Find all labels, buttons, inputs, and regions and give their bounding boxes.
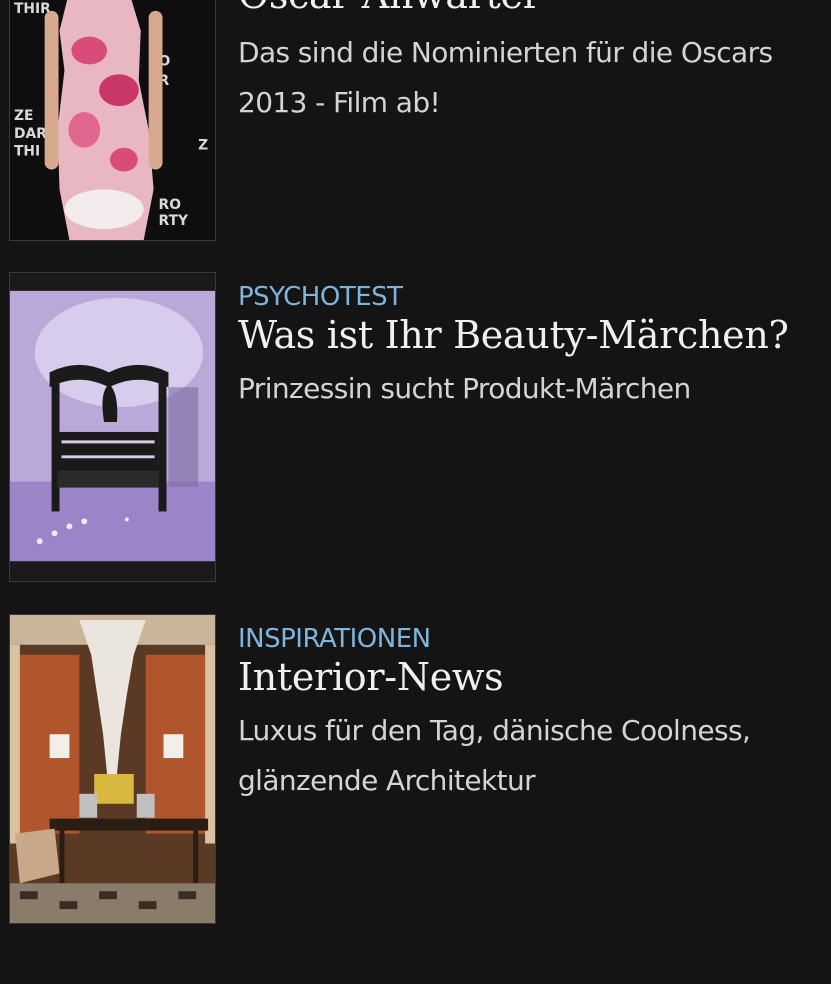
svg-text:DAR: DAR [14, 126, 47, 142]
svg-text:RO: RO [159, 197, 182, 213]
article-teaser: Prinzessin sucht Produkt-Märchen [238, 364, 831, 414]
article-item-oscar[interactable]: THIR O R ZE DAR THI Z RO RTY Oscar-Anwär… [0, 0, 831, 245]
article-kicker[interactable]: INSPIRATIONEN [238, 624, 831, 654]
article-thumbnail-psychotest[interactable] [9, 272, 216, 582]
article-kicker[interactable]: PSYCHOTEST [238, 282, 831, 312]
article-thumbnail-oscar[interactable]: THIR O R ZE DAR THI Z RO RTY [9, 0, 216, 241]
article-item-psychotest[interactable]: PSYCHOTEST Was ist Ihr Beauty-Märchen? P… [0, 272, 831, 584]
teaser-line: 2013 - Film ab! [238, 86, 441, 119]
svg-text:Z: Z [198, 138, 208, 154]
red-carpet-photo-icon: THIR O R ZE DAR THI Z RO RTY [10, 0, 215, 240]
article-headline[interactable]: Interior-News [238, 654, 831, 700]
article-teaser: Luxus für den Tag, dänische Coolness, gl… [238, 706, 831, 806]
teaser-line: Das sind die Nominierten für die Oscars [238, 36, 773, 69]
teaser-line: Luxus für den Tag, dänische Coolness, [238, 714, 751, 747]
article-teaser: Das sind die Nominierten für die Oscars … [238, 28, 773, 128]
interior-chandelier-photo-icon [10, 615, 215, 923]
article-headline[interactable]: Oscar-Anwärter [238, 0, 541, 18]
article-thumbnail-interior[interactable] [9, 614, 216, 924]
svg-text:THI: THI [14, 144, 40, 160]
svg-text:RTY: RTY [159, 213, 189, 229]
teaser-line: glänzende Architektur [238, 764, 536, 797]
article-headline[interactable]: Was ist Ihr Beauty-Märchen? [238, 312, 831, 358]
svg-text:ZE: ZE [14, 108, 34, 124]
teaser-line: Prinzessin sucht Produkt-Märchen [238, 372, 691, 405]
article-item-interior[interactable]: INSPIRATIONEN Interior-News Luxus für de… [0, 614, 831, 926]
fairytale-bed-illustration-icon [10, 273, 215, 581]
